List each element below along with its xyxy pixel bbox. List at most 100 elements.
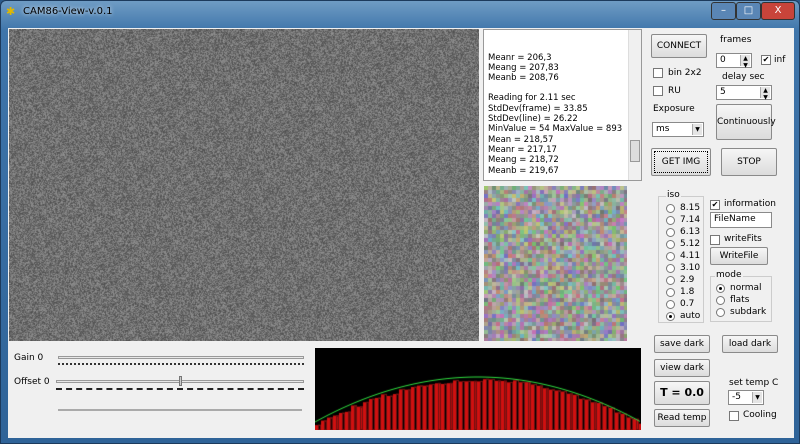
iso-option-label: 2.9 bbox=[680, 275, 695, 285]
temperature-display: T = 0.0 C bbox=[654, 381, 710, 421]
log-line: StdDev(frame) = 33.85 bbox=[488, 103, 588, 114]
log-line: Meanr = 206,3 bbox=[488, 52, 552, 63]
log-line: Meanb = 208,76 bbox=[488, 73, 559, 84]
set-temp-label: set temp C bbox=[729, 378, 779, 388]
exposure-label: Exposure bbox=[653, 104, 695, 114]
iso-radio[interactable] bbox=[666, 288, 675, 297]
delay-value: 5 bbox=[720, 87, 726, 97]
set-temp-value: -5 bbox=[732, 392, 741, 402]
iso-option-label: 6.13 bbox=[680, 227, 701, 237]
color-crop-preview bbox=[484, 186, 627, 341]
line-profile-plot bbox=[315, 348, 641, 430]
log-line: MinValue = 54 MaxValue = 893 bbox=[488, 124, 623, 135]
iso-radio[interactable] bbox=[666, 276, 675, 285]
iso-option-label: 0.7 bbox=[680, 299, 695, 309]
mode-radio[interactable] bbox=[716, 308, 725, 317]
frames-label: frames bbox=[720, 35, 752, 45]
delay-stepper[interactable]: 5 ▲ ▼ bbox=[716, 85, 772, 101]
mode-option-label: normal bbox=[730, 283, 762, 293]
delay-label: delay sec bbox=[722, 72, 765, 82]
iso-option-label: 8.15 bbox=[680, 203, 701, 213]
writefile-button[interactable]: WriteFile bbox=[710, 247, 768, 265]
cooling-label: Cooling bbox=[743, 410, 777, 420]
cooling-checkbox[interactable] bbox=[729, 411, 739, 421]
offset-slider-thumb[interactable] bbox=[179, 376, 182, 386]
app-window: ✱ CAM86-View-v.0.1 – □ X Meanr = 206,3 Me… bbox=[0, 0, 800, 444]
iso-option-label: 1.8 bbox=[680, 287, 695, 297]
view-dark-button[interactable]: view dark bbox=[654, 359, 710, 377]
exposure-select[interactable]: ms ▼ bbox=[652, 122, 704, 137]
log-text: Meanr = 206,3 Meang = 207,83 Meanb = 208,7… bbox=[488, 53, 637, 176]
gain-slider-ticks bbox=[58, 363, 304, 366]
filename-value: FileName bbox=[714, 214, 756, 224]
window-title: CAM86-View-v.0.1 bbox=[23, 6, 113, 17]
iso-radio[interactable] bbox=[666, 240, 675, 249]
bin-checkbox[interactable] bbox=[653, 68, 663, 78]
iso-radio[interactable] bbox=[666, 312, 675, 321]
app-icon: ✱ bbox=[6, 5, 16, 18]
maximize-button[interactable]: □ bbox=[736, 2, 761, 20]
frames-stepper[interactable]: 0 ▲ ▼ bbox=[716, 53, 752, 69]
client-area: Meanr = 206,3 Meang = 207,83 Meanb = 208,7… bbox=[8, 28, 794, 438]
iso-radio[interactable] bbox=[666, 264, 675, 273]
log-line: StdDev(line) = 26.22 bbox=[488, 114, 578, 125]
save-dark-button[interactable]: save dark bbox=[654, 335, 710, 353]
log-scrollbar[interactable] bbox=[628, 30, 641, 180]
exposure-value: ms bbox=[656, 124, 670, 134]
minimize-button[interactable]: – bbox=[711, 2, 736, 20]
get-img-button[interactable]: GET IMG bbox=[651, 148, 711, 176]
iso-label: iso bbox=[666, 190, 681, 200]
connect-button[interactable]: CONNECT bbox=[651, 34, 707, 58]
offset-slider-ticks bbox=[56, 388, 304, 391]
load-dark-button[interactable]: load dark bbox=[722, 335, 778, 353]
writefits-checkbox[interactable] bbox=[710, 235, 720, 245]
mode-label: mode bbox=[715, 270, 743, 280]
mode-option-label: subdark bbox=[730, 307, 767, 317]
read-temp-button[interactable]: Read temp bbox=[654, 409, 710, 427]
iso-option-label: auto bbox=[680, 311, 701, 321]
log-line: Meanr = 217,17 bbox=[488, 144, 557, 155]
log-line: Meang = 207,83 bbox=[488, 62, 559, 73]
frames-value: 0 bbox=[720, 55, 726, 65]
spin-icon[interactable]: ▲ ▼ bbox=[760, 87, 770, 101]
log-output[interactable]: Meanr = 206,3 Meang = 207,83 Meanb = 208,7… bbox=[483, 29, 642, 181]
iso-option-label: 5.12 bbox=[680, 239, 701, 249]
mode-radio[interactable] bbox=[716, 296, 725, 305]
inf-label: inf bbox=[774, 55, 786, 65]
spin-icon[interactable]: ▲ ▼ bbox=[740, 55, 750, 69]
iso-option-label: 3.10 bbox=[680, 263, 701, 273]
chevron-down-icon[interactable]: ▼ bbox=[752, 392, 762, 403]
log-line: Meang = 218,72 bbox=[488, 155, 559, 166]
log-line: Reading for 2.11 sec bbox=[488, 93, 576, 104]
writefits-label: writeFits bbox=[724, 234, 762, 244]
gain-label: Gain 0 bbox=[14, 353, 44, 363]
inf-checkbox[interactable]: ✔ bbox=[761, 55, 771, 65]
iso-radio[interactable] bbox=[666, 204, 675, 213]
continuous-button[interactable]: Continuously bbox=[716, 104, 776, 140]
close-button[interactable]: X bbox=[761, 2, 795, 20]
filename-input[interactable]: FileName bbox=[710, 212, 772, 228]
iso-radio[interactable] bbox=[666, 228, 675, 237]
iso-radio[interactable] bbox=[666, 252, 675, 261]
gain-slider[interactable] bbox=[58, 356, 304, 359]
information-checkbox[interactable]: ✔ bbox=[710, 200, 720, 210]
mode-radio[interactable] bbox=[716, 284, 725, 293]
iso-radio[interactable] bbox=[666, 300, 675, 309]
log-line: Meanb = 219,67 bbox=[488, 165, 559, 176]
bin-label: bin 2x2 bbox=[668, 68, 702, 78]
information-label: information bbox=[724, 199, 776, 209]
offset-label: Offset 0 bbox=[14, 377, 50, 387]
progress-bar bbox=[58, 409, 302, 411]
camera-image[interactable] bbox=[9, 29, 479, 341]
mode-option-label: flats bbox=[730, 295, 750, 305]
ru-label: RU bbox=[668, 86, 681, 96]
log-line: Mean = 218,57 bbox=[488, 134, 554, 145]
stop-button[interactable]: STOP bbox=[721, 148, 777, 176]
iso-radio[interactable] bbox=[666, 216, 675, 225]
set-temp-select[interactable]: -5 ▼ bbox=[728, 390, 764, 405]
iso-option-label: 4.11 bbox=[680, 251, 701, 261]
ru-checkbox[interactable] bbox=[653, 86, 663, 96]
chevron-down-icon[interactable]: ▼ bbox=[692, 124, 702, 135]
iso-option-label: 7.14 bbox=[680, 215, 701, 225]
